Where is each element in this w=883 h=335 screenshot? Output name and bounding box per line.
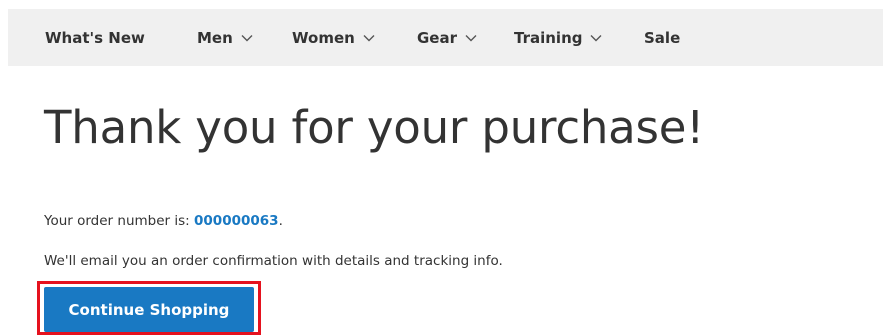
- nav-item-label: Women: [292, 28, 355, 47]
- chevron-down-icon: [590, 34, 602, 42]
- email-confirmation-message: We'll email you an order confirmation wi…: [44, 253, 503, 269]
- nav-item-training[interactable]: Training: [514, 9, 602, 66]
- page-title: Thank you for your purchase!: [44, 101, 705, 154]
- nav-item-label: Men: [197, 28, 233, 47]
- nav-item-label: Sale: [644, 28, 681, 47]
- nav-item-gear[interactable]: Gear: [417, 9, 477, 66]
- nav-item-men[interactable]: Men: [197, 9, 253, 66]
- nav-item-label: Training: [514, 28, 583, 47]
- order-number-suffix: .: [278, 213, 283, 229]
- main-navigation: What's New Men Women Gear Training Sale: [8, 9, 883, 66]
- chevron-down-icon: [465, 34, 477, 42]
- nav-item-sale[interactable]: Sale: [644, 9, 680, 66]
- nav-item-label: Gear: [417, 28, 458, 47]
- order-number-line: Your order number is: 000000063.: [44, 211, 283, 231]
- nav-item-whats-new[interactable]: What's New: [45, 9, 145, 66]
- order-number-label: Your order number is:: [44, 213, 195, 229]
- nav-item-label: What's New: [45, 28, 145, 47]
- nav-item-women[interactable]: Women: [292, 9, 375, 66]
- page: What's New Men Women Gear Training Sale …: [0, 0, 883, 335]
- order-number-link[interactable]: 000000063: [194, 213, 279, 229]
- continue-shopping-button[interactable]: Continue Shopping: [44, 287, 254, 332]
- chevron-down-icon: [363, 34, 375, 42]
- chevron-down-icon: [241, 34, 253, 42]
